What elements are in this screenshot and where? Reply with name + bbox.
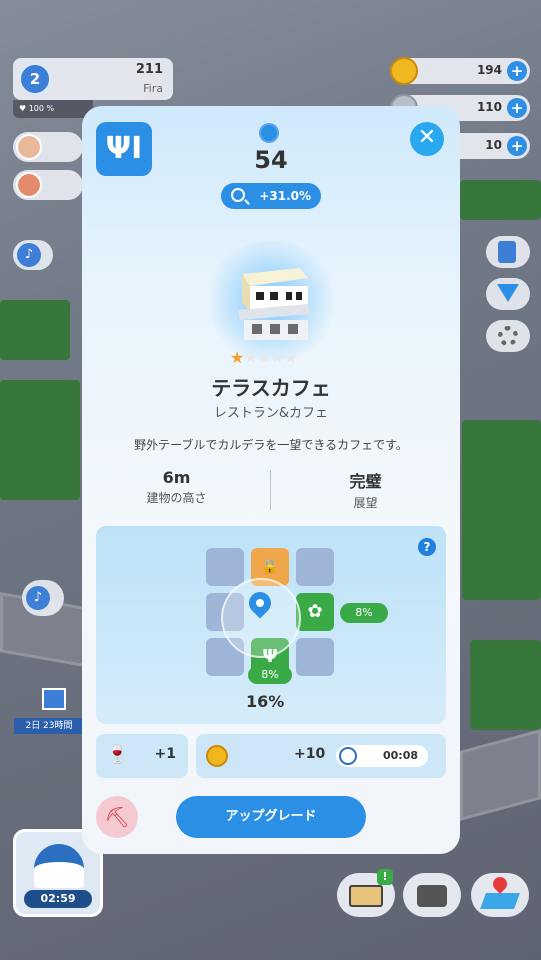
adjacency-cell bbox=[296, 638, 334, 676]
map-pin-icon bbox=[480, 893, 520, 909]
demolish-button[interactable]: ⛏ bbox=[96, 796, 138, 838]
level-panel[interactable]: 2 211 Fira bbox=[13, 58, 173, 100]
building-score: 54 bbox=[254, 146, 288, 174]
flower-icon: ✿ bbox=[296, 593, 334, 631]
adjacency-panel: ? 🔒 ✿ Ψ 8% 8% 16% bbox=[96, 526, 446, 724]
adjacency-cell bbox=[296, 548, 334, 586]
range-ring bbox=[221, 578, 301, 658]
map-music-marker[interactable]: ♪ bbox=[22, 580, 64, 616]
attribute-value: 完璧 bbox=[349, 472, 382, 491]
clock-icon bbox=[339, 747, 357, 765]
total-bonus: 16% bbox=[246, 692, 285, 711]
music-button[interactable]: ♪ bbox=[13, 240, 53, 270]
excavator-icon: ⛏ bbox=[104, 805, 130, 829]
level-badge: 2 bbox=[18, 62, 52, 96]
item-bonus-box: 🍷 +1 bbox=[96, 734, 188, 778]
ticket-value: 10 bbox=[485, 138, 502, 152]
star-rating: ★★★★★ bbox=[230, 348, 298, 367]
building-category: レストラン&カフェ bbox=[213, 406, 329, 421]
alert-badge-icon: ! bbox=[377, 869, 393, 885]
adjacency-cell bbox=[206, 548, 244, 586]
star-empty-icon: ★ bbox=[283, 348, 297, 367]
income-timer: 00:08 bbox=[336, 745, 428, 767]
add-tickets-button[interactable]: + bbox=[507, 136, 527, 156]
church-building-icon bbox=[34, 844, 84, 888]
star-filled-icon: ★ bbox=[230, 348, 244, 367]
building-timer: 02:59 bbox=[24, 890, 92, 908]
building-description: 野外テーブルでカルデラを一望できるカフェです。 bbox=[134, 438, 408, 452]
attribute-value: 6m bbox=[162, 468, 191, 487]
attribute-label: 展望 bbox=[353, 496, 378, 510]
wine-icecream-icon: 🍷 bbox=[106, 744, 129, 765]
help-button[interactable]: ? bbox=[418, 538, 436, 556]
population-value: 211 bbox=[135, 62, 163, 77]
music-note-icon: ♪ bbox=[26, 586, 50, 610]
event-timer: 2日 23時間 bbox=[14, 718, 84, 734]
city-name: Fira bbox=[143, 82, 163, 95]
boost-value: +31.0% bbox=[259, 189, 311, 203]
right-bonus-badge: 8% bbox=[340, 603, 388, 623]
coin-value: 194 bbox=[476, 63, 502, 77]
happiness-stat: ♥ 100 % bbox=[13, 100, 93, 118]
coin-icon bbox=[390, 57, 418, 85]
coin-icon bbox=[206, 745, 228, 767]
map-book-icon bbox=[349, 885, 383, 907]
happiness-value: 100 % bbox=[28, 104, 55, 113]
building-name: テラスカフェ bbox=[211, 376, 331, 400]
star-empty-icon: ★ bbox=[256, 348, 271, 367]
camera-button[interactable] bbox=[403, 873, 461, 917]
add-gems-button[interactable]: + bbox=[507, 98, 527, 118]
advisor-avatar-1[interactable] bbox=[13, 132, 83, 162]
building-info-modal: ΨΙ ✕ 54 +31.0% ★★★★★ テラスカフェ レストラン&カフェ 野外… bbox=[82, 106, 460, 854]
heart-icon: ♥ bbox=[19, 104, 27, 113]
attribute-height: 6m 建物の高さ bbox=[82, 468, 271, 506]
music-note-icon: ♪ bbox=[17, 243, 41, 267]
attribute-view: 完璧 展望 bbox=[271, 468, 460, 511]
gem-value: 110 bbox=[476, 100, 502, 114]
funnel-icon bbox=[497, 284, 519, 302]
advisor-avatar-2[interactable] bbox=[13, 170, 83, 200]
income-box: +10 00:08 bbox=[196, 734, 446, 778]
gift-icon[interactable] bbox=[42, 688, 66, 710]
bottom-bonus-badge: 8% bbox=[248, 666, 292, 684]
pin-icon bbox=[490, 874, 510, 894]
avatar bbox=[16, 134, 42, 160]
map-location-button[interactable] bbox=[471, 873, 529, 917]
clipboard-button[interactable] bbox=[486, 236, 530, 268]
filter-button[interactable] bbox=[486, 278, 530, 310]
item-bonus-value: +1 bbox=[154, 746, 176, 762]
clipboard-icon bbox=[498, 241, 516, 263]
star-empty-icon: ★ bbox=[243, 348, 257, 367]
attribute-label: 建物の高さ bbox=[146, 491, 207, 505]
camera-icon bbox=[417, 885, 447, 907]
gear-icon bbox=[498, 326, 518, 346]
settings-button[interactable] bbox=[486, 320, 530, 352]
avatar bbox=[16, 172, 42, 198]
upgrade-button[interactable]: アップグレード bbox=[176, 796, 366, 838]
score-badge-icon bbox=[261, 125, 277, 141]
map-book-button[interactable]: ! bbox=[337, 869, 395, 917]
coin-counter[interactable]: 194 + bbox=[390, 57, 530, 85]
score-boost-badge[interactable]: +31.0% bbox=[221, 183, 321, 209]
income-time-value: 00:08 bbox=[382, 749, 418, 762]
star-empty-icon: ★ bbox=[270, 348, 284, 367]
add-coins-button[interactable]: + bbox=[507, 61, 527, 81]
coin-income-value: +10 bbox=[294, 746, 326, 762]
building-preview-image bbox=[238, 268, 310, 340]
magnifier-icon bbox=[231, 188, 245, 202]
